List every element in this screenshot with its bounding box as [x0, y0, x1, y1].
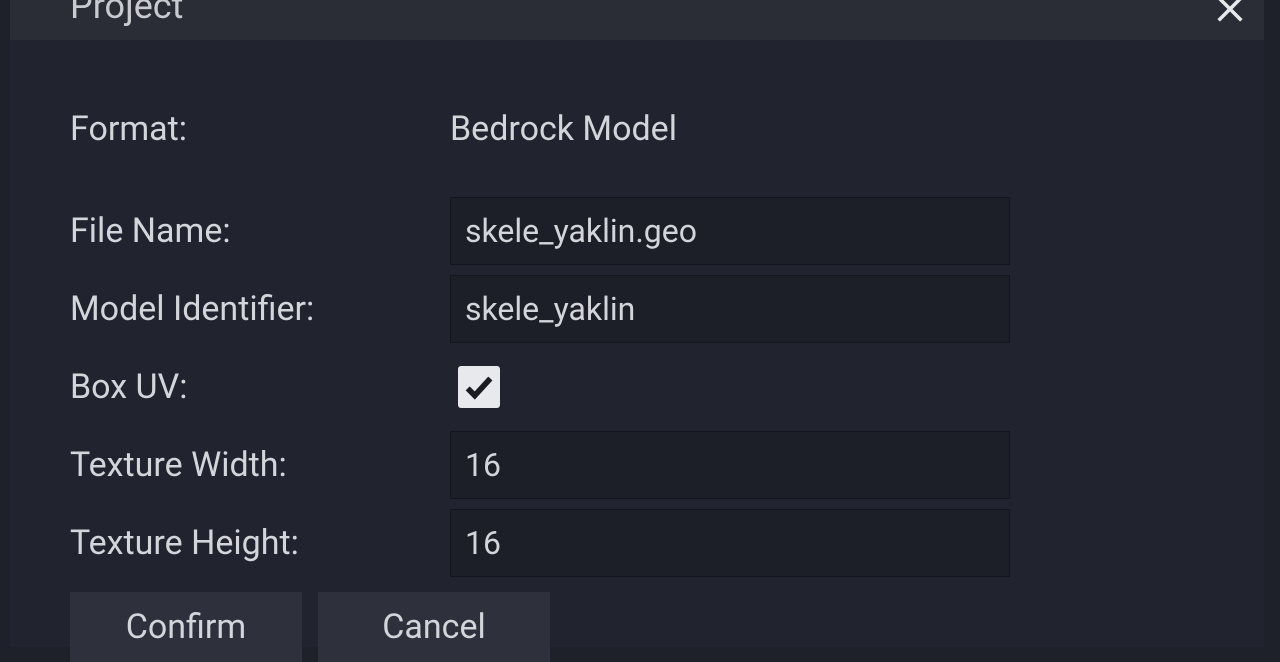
- project-dialog: Project Format: Bedrock Model File Name:…: [10, 0, 1264, 647]
- box-uv-row: Box UV:: [70, 348, 1204, 426]
- file-name-label: File Name:: [70, 211, 450, 251]
- file-name-row: File Name:: [70, 192, 1204, 270]
- box-uv-checkbox[interactable]: [458, 366, 500, 408]
- format-label: Format:: [70, 109, 450, 149]
- texture-height-label: Texture Height:: [70, 523, 450, 563]
- confirm-button[interactable]: Confirm: [70, 592, 302, 662]
- texture-width-label: Texture Width:: [70, 445, 450, 485]
- format-row: Format: Bedrock Model: [70, 90, 1204, 168]
- texture-width-input[interactable]: [450, 431, 1010, 499]
- texture-height-row: Texture Height:: [70, 504, 1204, 582]
- model-identifier-row: Model Identifier:: [70, 270, 1204, 348]
- cancel-button[interactable]: Cancel: [318, 592, 550, 662]
- check-icon: [462, 370, 496, 404]
- dialog-button-row: Confirm Cancel: [70, 582, 1204, 662]
- model-identifier-label: Model Identifier:: [70, 289, 450, 329]
- model-identifier-input[interactable]: [450, 275, 1010, 343]
- texture-width-row: Texture Width:: [70, 426, 1204, 504]
- dialog-title: Project: [70, 0, 183, 24]
- texture-height-input[interactable]: [450, 509, 1010, 577]
- dialog-content: Format: Bedrock Model File Name: Model I…: [10, 40, 1264, 662]
- format-value: Bedrock Model: [450, 109, 677, 149]
- box-uv-label: Box UV:: [70, 367, 450, 407]
- file-name-input[interactable]: [450, 197, 1010, 265]
- close-button[interactable]: [1210, 0, 1250, 32]
- close-icon: [1213, 0, 1247, 26]
- dialog-titlebar: Project: [10, 0, 1264, 40]
